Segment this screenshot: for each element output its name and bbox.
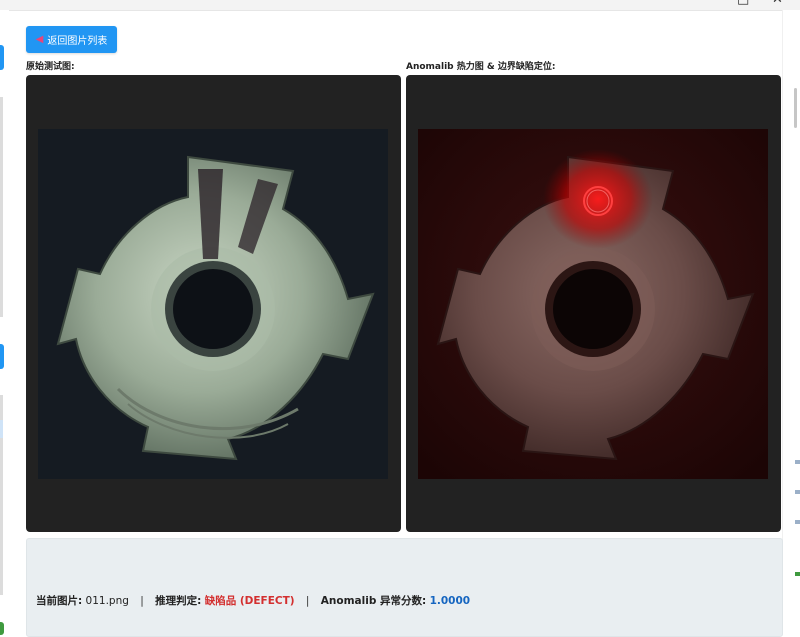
original-test-image — [38, 129, 388, 479]
original-image-panel — [26, 75, 401, 532]
anomaly-score-value: 1.0000 — [429, 595, 471, 607]
status-separator: | — [305, 595, 310, 607]
left-edge-tab[interactable] — [0, 344, 4, 369]
right-scrollbar-thumb[interactable] — [794, 88, 797, 128]
left-edge-tab[interactable] — [0, 622, 4, 635]
back-to-list-label: 返回图片列表 — [47, 36, 108, 47]
back-arrow-icon: ◀ — [35, 34, 44, 45]
heatmap-panel — [406, 75, 781, 532]
status-separator: | — [140, 595, 144, 607]
left-edge-highlight — [0, 420, 3, 438]
verdict-value: 缺陷品 (DEFECT) — [204, 595, 295, 607]
anomaly-score-key: Anomalib 异常分数: — [320, 595, 427, 607]
original-image-label: 原始测试图: — [26, 62, 75, 72]
current-image-key: 当前图片: — [36, 595, 83, 607]
back-to-list-button[interactable]: ◀ 返回图片列表 — [26, 26, 117, 53]
verdict-key: 推理判定: — [155, 595, 202, 607]
right-edge-mark — [795, 520, 800, 524]
left-edge-tab[interactable] — [0, 45, 4, 70]
inference-status-line: 当前图片: 011.png | 推理判定: 缺陷品 (DEFECT) | Ano… — [36, 593, 470, 608]
right-edge-mark — [795, 572, 800, 576]
right-edge-mark — [795, 490, 800, 494]
current-image-value: 011.png — [85, 595, 129, 607]
heatmap-label: Anomalib 热力图 & 边界缺陷定位: — [406, 62, 556, 72]
window-titlebar: □ ✕ — [0, 0, 800, 11]
heatmap-image — [418, 129, 768, 479]
right-edge-panel — [782, 10, 800, 635]
right-edge-mark — [795, 460, 800, 464]
left-edge-divider — [0, 97, 3, 317]
maximize-icon[interactable]: □ — [737, 0, 749, 7]
close-icon[interactable]: ✕ — [772, 0, 783, 7]
inference-status-box: 当前图片: 011.png | 推理判定: 缺陷品 (DEFECT) | Ano… — [26, 538, 783, 637]
